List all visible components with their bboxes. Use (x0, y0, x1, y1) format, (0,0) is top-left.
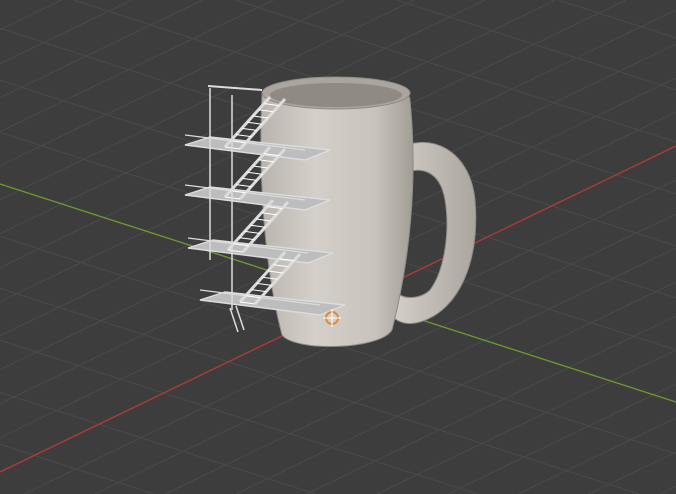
stair-step (247, 121, 263, 125)
grid-line (0, 391, 316, 494)
scene (0, 0, 676, 494)
ladder (235, 305, 245, 331)
stair-step (256, 282, 272, 286)
grid-line (659, 485, 676, 494)
3d-viewport[interactable] (0, 0, 676, 494)
stair-step (244, 230, 260, 234)
stair-step (241, 127, 257, 131)
grid-line (588, 451, 676, 494)
stair-step (251, 289, 267, 293)
stair-step (247, 171, 263, 175)
stair-step (236, 134, 252, 138)
stair-step (250, 224, 266, 228)
stair-step (239, 237, 255, 241)
grid-line (0, 443, 155, 494)
grid-line (0, 0, 62, 31)
grid-line (396, 0, 676, 91)
grid-line (0, 0, 133, 65)
grid-line (447, 383, 676, 494)
mug-opening (270, 83, 402, 107)
grid-line (376, 349, 676, 494)
grid-line (517, 417, 676, 494)
grid-line (165, 247, 676, 494)
